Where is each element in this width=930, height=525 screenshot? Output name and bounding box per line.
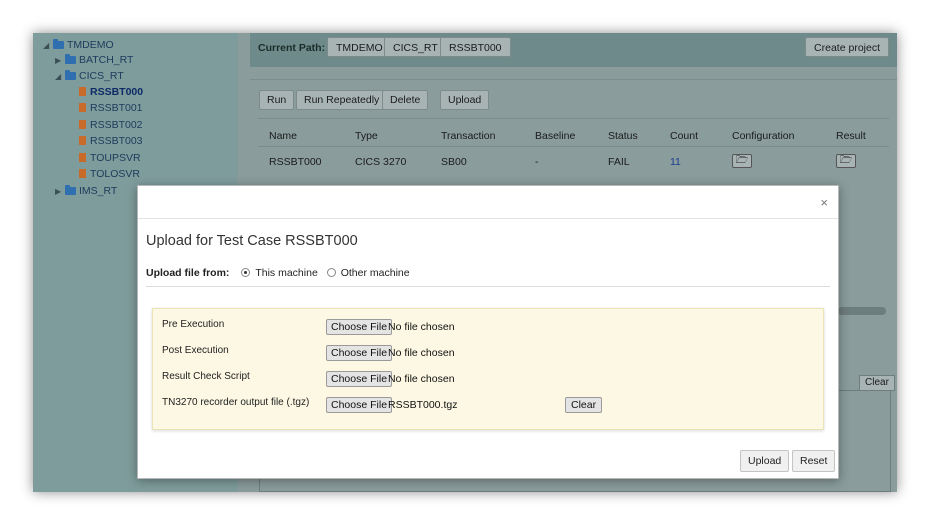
file-icon — [79, 103, 86, 112]
divider — [258, 118, 889, 119]
cell-status: FAIL — [608, 156, 630, 168]
upload-from-label: Upload file from: — [146, 267, 230, 279]
tree-node-label: IMS_RT — [79, 185, 118, 197]
collapse-arrow-icon[interactable]: ▶ — [55, 184, 65, 200]
column-header-baseline: Baseline — [535, 130, 576, 142]
file-icon — [79, 136, 86, 145]
tree-node-root[interactable]: ◢ TMDEMO — [43, 37, 114, 53]
tn3270-clear-button[interactable]: Clear — [565, 397, 603, 413]
post-execution-label: Post Execution — [162, 345, 229, 356]
tree-node-label: RSSBT003 — [90, 135, 143, 147]
tree-node-label: RSSBT001 — [90, 102, 143, 114]
file-icon — [79, 120, 86, 129]
tree-node-label: TOLOSVR — [90, 168, 140, 180]
tree-node-label: RSSBT002 — [90, 119, 143, 131]
result-check-script-choose-button[interactable]: Choose File — [326, 371, 393, 387]
run-button[interactable]: Run — [259, 90, 295, 110]
collapse-arrow-icon[interactable]: ▶ — [55, 53, 65, 69]
test-case-panel: Run Run Repeatedly Delete Upload Name Ty… — [250, 79, 897, 189]
post-execution-choose-button[interactable]: Choose File — [326, 345, 393, 361]
file-icon — [79, 169, 86, 178]
tree-node-rssbt000[interactable]: RSSBT000 — [79, 84, 143, 100]
upload-button[interactable]: Upload — [440, 90, 490, 110]
horizontal-scrollbar[interactable] — [838, 307, 886, 315]
column-header-result: Result — [836, 130, 866, 142]
tn3270-output-label: TN3270 recorder output file (.tgz) — [162, 397, 310, 408]
expand-arrow-icon[interactable]: ◢ — [43, 38, 53, 54]
folder-icon — [65, 70, 76, 80]
create-project-button[interactable]: Create project — [805, 37, 889, 57]
post-execution-file-status: No file chosen — [388, 347, 455, 359]
tn3270-output-choose-button[interactable]: Choose File — [326, 397, 393, 413]
folder-icon — [53, 39, 64, 49]
folder-icon — [65, 185, 76, 195]
result-folder-icon[interactable]: 🗁 — [836, 154, 856, 168]
dialog-reset-button[interactable]: Reset — [792, 450, 836, 472]
tree-node-label: BATCH_RT — [79, 54, 134, 66]
cell-name: RSSBT000 — [269, 156, 322, 168]
tree-node-toupsvr[interactable]: TOUPSVR — [79, 150, 141, 166]
tree-node-label: CICS_RT — [79, 70, 124, 82]
file-upload-section: Pre Execution Choose File No file chosen… — [152, 308, 824, 430]
tree-node-rssbt002[interactable]: RSSBT002 — [79, 117, 143, 133]
radio-other-machine[interactable] — [326, 268, 336, 277]
tree-node-batch-rt[interactable]: ▶ BATCH_RT — [55, 52, 133, 68]
breadcrumb-tmdemo[interactable]: TMDEMO — [327, 37, 392, 57]
column-header-configuration: Configuration — [732, 130, 795, 142]
cell-type: CICS 3270 — [355, 156, 407, 168]
tree-node-ims-rt[interactable]: ▶ IMS_RT — [55, 183, 117, 199]
breadcrumb-cics-rt[interactable]: CICS_RT — [384, 37, 447, 57]
pre-execution-label: Pre Execution — [162, 319, 225, 330]
tree-node-label: TOUPSVR — [90, 152, 141, 164]
dialog-title: Upload for Test Case RSSBT000 — [146, 233, 358, 249]
log-clear-button[interactable]: Clear — [859, 375, 895, 391]
column-header-transaction: Transaction — [441, 130, 496, 142]
upload-dialog: × Upload for Test Case RSSBT000 Upload f… — [137, 185, 839, 479]
breadcrumb-rssbt000[interactable]: RSSBT000 — [440, 37, 511, 57]
run-repeatedly-button[interactable]: Run Repeatedly — [296, 90, 388, 110]
path-bar: Current Path: TMDEMO CICS_RT RSSBT000 Cr… — [250, 33, 897, 67]
tree-node-rssbt003[interactable]: RSSBT003 — [79, 133, 143, 149]
column-header-count: Count — [670, 130, 699, 142]
current-path-label: Current Path: — [258, 42, 326, 54]
file-icon — [79, 153, 86, 162]
expand-arrow-icon[interactable]: ◢ — [55, 69, 65, 85]
pre-execution-file-status: No file chosen — [388, 321, 455, 333]
tree-node-tolosvr[interactable]: TOLOSVR — [79, 166, 140, 182]
pre-execution-choose-button[interactable]: Choose File — [326, 319, 393, 335]
tree-node-label: TMDEMO — [67, 39, 114, 51]
radio-this-machine-label[interactable]: This machine — [255, 267, 317, 279]
dialog-upload-button[interactable]: Upload — [740, 450, 790, 472]
radio-other-machine-label[interactable]: Other machine — [341, 267, 410, 279]
upload-source-group: Upload file from: This machine Other mac… — [146, 267, 410, 279]
tree-node-cics-rt[interactable]: ◢ CICS_RT — [55, 68, 124, 84]
column-header-name: Name — [269, 130, 298, 142]
tree-node-label: RSSBT000 — [90, 86, 144, 98]
cell-baseline: - — [535, 156, 539, 168]
divider — [258, 146, 889, 147]
radio-this-machine[interactable] — [241, 268, 251, 277]
divider — [146, 286, 830, 287]
configuration-folder-icon[interactable]: 🗁 — [732, 154, 752, 168]
result-check-script-file-status: No file chosen — [388, 373, 455, 385]
column-header-type: Type — [355, 130, 378, 142]
delete-button[interactable]: Delete — [382, 90, 429, 110]
file-icon — [79, 87, 86, 96]
dialog-header: × — [138, 186, 838, 219]
result-check-script-label: Result Check Script — [162, 371, 250, 382]
cell-transaction: SB00 — [441, 156, 467, 168]
tree-node-rssbt001[interactable]: RSSBT001 — [79, 100, 143, 116]
column-header-status: Status — [608, 130, 638, 142]
tn3270-output-file-status: RSSBT000.tgz — [388, 399, 458, 411]
close-icon[interactable]: × — [820, 196, 828, 209]
cell-count-link[interactable]: 11 — [670, 156, 681, 168]
folder-icon — [65, 54, 76, 64]
